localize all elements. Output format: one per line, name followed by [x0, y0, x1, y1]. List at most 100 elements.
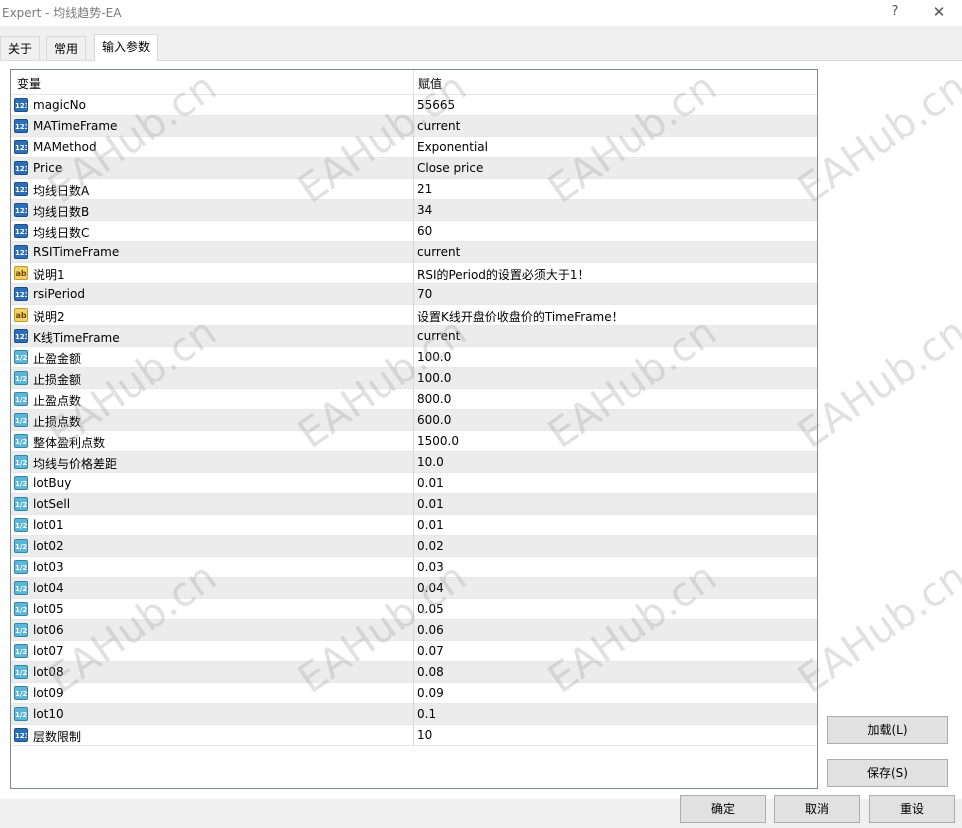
parameter-value[interactable]: 0.1	[417, 707, 436, 721]
table-row[interactable]: 1/2 lotBuy 0.01	[11, 473, 817, 494]
parameter-value[interactable]: 10	[417, 728, 432, 742]
cell-divider	[413, 683, 414, 704]
table-row[interactable]: 1/2 lot02 0.02	[11, 536, 817, 557]
table-row[interactable]: 123 K线TimeFrame current	[11, 326, 817, 347]
cell-divider	[413, 116, 414, 137]
parameter-value[interactable]: 设置K线开盘价收盘价的TimeFrame！	[417, 308, 624, 325]
parameter-value[interactable]: 0.03	[417, 560, 444, 574]
cell-divider	[413, 242, 414, 263]
parameter-value[interactable]: 100.0	[417, 371, 451, 385]
table-row[interactable]: 1/2 止盈金额 100.0	[11, 347, 817, 368]
string-type-icon: ab	[14, 308, 28, 322]
table-row[interactable]: 123 Price Close price	[11, 158, 817, 179]
double-type-icon: 1/2	[14, 371, 28, 385]
parameter-name: lot01	[33, 518, 64, 532]
parameter-value[interactable]: 0.07	[417, 644, 444, 658]
parameter-value[interactable]: 0.04	[417, 581, 444, 595]
parameter-value[interactable]: RSI的Period的设置必须大于1！	[417, 266, 590, 283]
table-row[interactable]: 1/2 lot09 0.09	[11, 683, 817, 704]
table-row[interactable]: 1/2 止损点数 600.0	[11, 410, 817, 431]
table-row[interactable]: 123 均线日数B 34	[11, 200, 817, 221]
cell-divider	[413, 200, 414, 221]
parameter-value[interactable]: 70	[417, 287, 432, 301]
table-row[interactable]: 123 MAMethod Exponential	[11, 137, 817, 158]
cell-divider	[413, 410, 414, 431]
parameter-value[interactable]: 10.0	[417, 455, 444, 469]
parameter-value[interactable]: current	[417, 329, 460, 343]
table-row[interactable]: 123 RSITimeFrame current	[11, 242, 817, 263]
table-row[interactable]: 1/2 lot08 0.08	[11, 662, 817, 683]
table-row[interactable]: 123 rsiPeriod 70	[11, 284, 817, 305]
parameter-name: lot07	[33, 644, 64, 658]
table-row[interactable]: 123 均线日数C 60	[11, 221, 817, 242]
parameter-name: rsiPeriod	[33, 287, 85, 301]
parameter-value[interactable]: 34	[417, 203, 432, 217]
parameter-name: RSITimeFrame	[33, 245, 120, 259]
table-row[interactable]: 123 层数限制 10	[11, 725, 817, 746]
parameter-value[interactable]: current	[417, 119, 460, 133]
double-type-icon: 1/2	[14, 497, 28, 511]
parameter-value[interactable]: current	[417, 245, 460, 259]
parameter-value[interactable]: Close price	[417, 161, 483, 175]
cell-divider	[413, 137, 414, 158]
parameter-value[interactable]: 21	[417, 182, 432, 196]
parameter-value[interactable]: 0.08	[417, 665, 444, 679]
parameter-value[interactable]: 100.0	[417, 350, 451, 364]
load-button[interactable]: 加载(L)	[827, 716, 948, 744]
table-row[interactable]: 1/2 整体盈利点数 1500.0	[11, 431, 817, 452]
table-row[interactable]: 123 MATimeFrame current	[11, 116, 817, 137]
column-header-value[interactable]: 赋值	[418, 75, 442, 92]
table-row[interactable]: 1/2 止盈点数 800.0	[11, 389, 817, 410]
column-header-variable[interactable]: 变量	[17, 75, 41, 92]
cell-divider	[413, 515, 414, 536]
parameter-name: 均线与价格差距	[33, 457, 118, 471]
integer-type-icon: 123	[14, 224, 28, 238]
table-row[interactable]: ab 说明1 RSI的Period的设置必须大于1！	[11, 263, 817, 284]
parameter-value[interactable]: 0.06	[417, 623, 444, 637]
parameter-value[interactable]: 0.09	[417, 686, 444, 700]
table-row[interactable]: 1/2 lot07 0.07	[11, 641, 817, 662]
cell-divider	[413, 662, 414, 683]
parameter-name: 层数限制	[33, 730, 82, 744]
table-row[interactable]: 1/2 lot05 0.05	[11, 599, 817, 620]
parameter-value[interactable]: 600.0	[417, 413, 451, 427]
table-row[interactable]: 1/2 止损金额 100.0	[11, 368, 817, 389]
table-row[interactable]: 123 magicNo 55665	[11, 95, 817, 116]
parameter-value[interactable]: 800.0	[417, 392, 451, 406]
double-type-icon: 1/2	[14, 476, 28, 490]
table-row[interactable]: 1/2 lot06 0.06	[11, 620, 817, 641]
table-row[interactable]: 1/2 lotSell 0.01	[11, 494, 817, 515]
column-divider[interactable]	[413, 70, 414, 94]
table-row[interactable]: 1/2 均线与价格差距 10.0	[11, 452, 817, 473]
parameter-value[interactable]: 0.05	[417, 602, 444, 616]
save-button[interactable]: 保存(S)	[827, 759, 948, 787]
tab-about[interactable]: 关于	[0, 36, 41, 60]
parameter-value[interactable]: 55665	[417, 98, 455, 112]
tab-inputs[interactable]: 输入参数	[94, 34, 159, 61]
parameter-value[interactable]: 0.01	[417, 476, 444, 490]
parameter-name: K线TimeFrame	[33, 331, 120, 345]
double-type-icon: 1/2	[14, 350, 28, 364]
ok-button[interactable]: 确定	[680, 795, 766, 823]
parameter-value[interactable]: 60	[417, 224, 432, 238]
double-type-icon: 1/2	[14, 434, 28, 448]
table-row[interactable]: 1/2 lot10 0.1	[11, 704, 817, 725]
parameter-value[interactable]: Exponential	[417, 140, 488, 154]
table-row[interactable]: 1/2 lot04 0.04	[11, 578, 817, 599]
parameter-value[interactable]: 0.02	[417, 539, 444, 553]
table-row[interactable]: 1/2 lot03 0.03	[11, 557, 817, 578]
parameter-value[interactable]: 0.01	[417, 497, 444, 511]
help-icon[interactable]: ?	[884, 2, 906, 22]
reset-button[interactable]: 重设	[869, 795, 955, 823]
cell-divider	[413, 578, 414, 599]
cancel-button[interactable]: 取消	[774, 795, 860, 823]
parameter-value[interactable]: 1500.0	[417, 434, 459, 448]
table-row[interactable]: 1/2 lot01 0.01	[11, 515, 817, 536]
table-row[interactable]: 123 均线日数A 21	[11, 179, 817, 200]
tab-common[interactable]: 常用	[46, 36, 87, 60]
parameter-value[interactable]: 0.01	[417, 518, 444, 532]
table-row[interactable]: ab 说明2 设置K线开盘价收盘价的TimeFrame！	[11, 305, 817, 326]
integer-type-icon: 123	[14, 287, 28, 301]
double-type-icon: 1/2	[14, 602, 28, 616]
close-icon[interactable]: ✕	[928, 2, 950, 22]
